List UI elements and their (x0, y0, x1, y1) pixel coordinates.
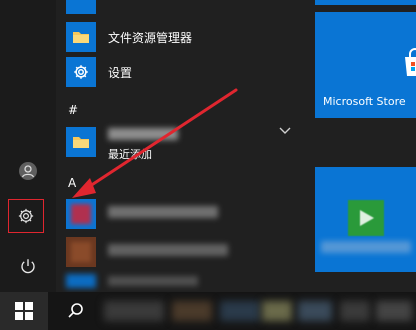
taskbar-app[interactable] (298, 301, 332, 321)
app-icon (66, 274, 96, 288)
gear-icon (18, 208, 34, 224)
user-icon (19, 162, 37, 180)
app-list-item-settings[interactable]: 设置 (66, 56, 306, 88)
settings-button[interactable] (10, 200, 42, 232)
taskbar-app[interactable] (172, 301, 212, 321)
power-icon (21, 259, 35, 274)
tile-partial[interactable] (315, 0, 416, 5)
start-button[interactable] (0, 292, 48, 330)
folder-icon (66, 127, 96, 157)
recently-added-badge: 最近添加 (108, 148, 152, 161)
windows-logo-icon (15, 302, 33, 320)
tile-label: Microsoft Store (323, 95, 406, 108)
gear-icon (66, 57, 96, 87)
partial-app-tile (66, 0, 96, 14)
user-account-button[interactable] (12, 155, 44, 187)
app-list-item-recent[interactable] (66, 126, 306, 158)
tile-microsoft-store[interactable]: Microsoft Store (315, 12, 416, 118)
app-icon (66, 199, 96, 229)
tiles-area: Microsoft Store (306, 0, 416, 292)
blurred-app-name (108, 128, 178, 140)
folder-icon (66, 22, 96, 52)
start-menu-rail (0, 0, 56, 292)
blurred-tile-label (321, 241, 411, 253)
taskbar (0, 292, 416, 330)
blurred-app-name (108, 244, 228, 256)
taskbar-app[interactable] (376, 301, 412, 321)
search-button[interactable] (52, 292, 100, 330)
app-label-file-explorer: 文件资源管理器 (108, 30, 193, 45)
power-button[interactable] (12, 250, 44, 282)
app-list-item-blurred-2[interactable] (66, 236, 306, 268)
taskbar-app[interactable] (262, 301, 292, 321)
app-list: 文件资源管理器 设置 # 最近添加 A (56, 0, 306, 292)
taskbar-app[interactable] (104, 301, 164, 321)
app-tile-icon (348, 200, 384, 236)
app-label-settings: 设置 (108, 65, 133, 80)
blurred-app-name (108, 206, 218, 218)
taskbar-app[interactable] (220, 301, 260, 321)
app-list-item-file-explorer[interactable]: 文件资源管理器 (66, 21, 306, 53)
taskbar-app[interactable] (340, 301, 370, 321)
store-bag-icon (405, 48, 416, 76)
tile-app[interactable] (315, 167, 416, 272)
chevron-down-icon[interactable] (278, 126, 292, 136)
app-list-item-blurred-3[interactable] (66, 270, 306, 292)
start-menu: 文件资源管理器 设置 # 最近添加 A Microsoft Store (0, 0, 416, 292)
app-list-item-blurred-1[interactable] (66, 198, 306, 230)
app-icon (66, 237, 96, 267)
search-icon (68, 303, 83, 318)
section-header-hash[interactable]: # (68, 103, 78, 117)
section-header-a[interactable]: A (68, 176, 76, 190)
blurred-app-name (108, 276, 198, 286)
